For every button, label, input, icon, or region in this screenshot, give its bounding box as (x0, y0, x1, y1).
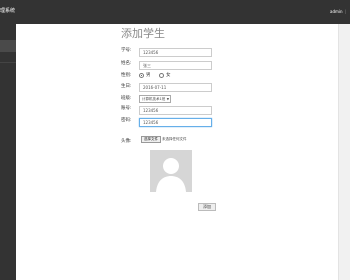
user-separator: | (344, 9, 346, 14)
gender-female-radio[interactable] (159, 73, 164, 78)
avatar-label: 头像: (121, 139, 132, 144)
class-select-value: 计算机技术1班 (142, 97, 166, 101)
user-menu[interactable]: admin | (330, 9, 346, 14)
app-brand[interactable]: 理系统 (0, 8, 15, 14)
choose-file-button[interactable]: 选择文件 (141, 136, 161, 143)
student-id-input[interactable]: 123456 (139, 48, 212, 57)
gender-male-label[interactable]: 男 (146, 73, 151, 79)
birthday-input[interactable]: 2016-07-11 (139, 83, 212, 92)
name-label: 姓名: (121, 61, 132, 66)
gender-female-label[interactable]: 女 (166, 73, 171, 79)
account-input[interactable]: 123456 (139, 106, 212, 115)
top-navbar: 理系统 admin | (0, 0, 350, 24)
password-input[interactable]: 123456 (139, 118, 212, 127)
page-title: 添加学生 (121, 27, 165, 40)
class-label: 班级: (121, 96, 132, 101)
password-label: 密码: (121, 118, 132, 123)
vertical-scrollbar[interactable] (338, 24, 350, 280)
add-button[interactable]: 添加 (198, 203, 216, 211)
sidebar (0, 24, 16, 280)
birthday-label: 生日: (121, 84, 132, 89)
chevron-down-icon: ▼ (166, 97, 169, 101)
sidebar-item-active[interactable] (0, 40, 16, 52)
gender-label: 性别: (121, 73, 132, 78)
user-silhouette-icon (150, 150, 192, 192)
sidebar-divider (0, 62, 16, 63)
username[interactable]: admin (330, 9, 343, 14)
class-select[interactable]: 计算机技术1班 ▼ (139, 95, 171, 103)
avatar-placeholder-image (150, 150, 192, 192)
account-label: 账号: (121, 106, 132, 111)
name-input[interactable]: 张三 (139, 61, 212, 70)
student-id-label: 学号: (121, 48, 132, 53)
gender-male-radio[interactable] (139, 73, 144, 78)
file-status-text: 未选择任何文件 (162, 137, 187, 141)
